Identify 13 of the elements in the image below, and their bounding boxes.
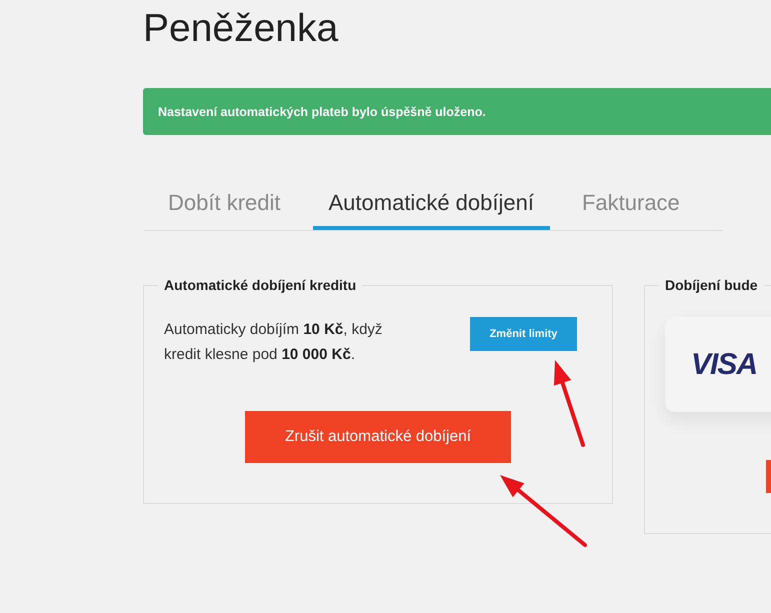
tab[interactable]: Dobít kredit <box>152 180 296 230</box>
page-title: Peněženka <box>143 6 338 51</box>
tab[interactable]: Automatické dobíjení <box>312 180 550 230</box>
panel-legend: Automatické dobíjení kreditu <box>158 276 362 294</box>
card-brand-text: VISA <box>691 348 758 382</box>
cancel-topup-button[interactable]: Zrušit automatické dobíjení <box>245 411 511 463</box>
payment-card[interactable]: VISA <box>665 317 771 412</box>
alert-message: Nastavení automatických plateb bylo úspěšně uloženo. <box>158 104 486 118</box>
limit-description: Automaticky dobíjím 10 Kč, když kredit klesne pod 10 000 Kč. <box>164 320 384 365</box>
tab[interactable]: Fakturace <box>566 180 696 230</box>
panel-legend: Dobíjení bude <box>659 276 764 294</box>
action-button[interactable] <box>766 460 771 493</box>
change-limits-button[interactable]: Změnit limity <box>470 317 577 351</box>
